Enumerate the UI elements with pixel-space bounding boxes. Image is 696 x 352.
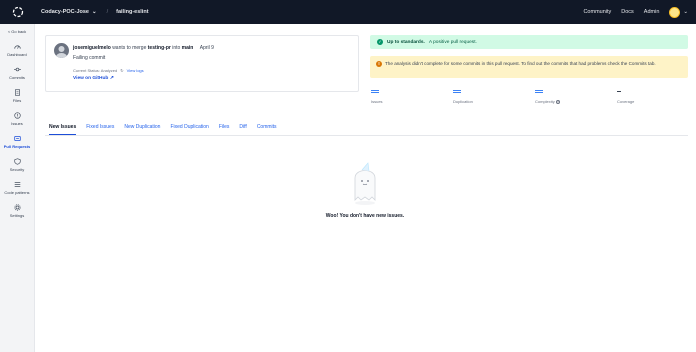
list-icon bbox=[14, 182, 20, 187]
tab-new-issues[interactable]: New Issues bbox=[49, 124, 77, 135]
help-icon[interactable]: ? bbox=[555, 100, 560, 104]
up-to-standards-banner: ✓ Up to standards. A positive pull reque… bbox=[370, 35, 688, 49]
metric-complexity: Complexity ? bbox=[535, 90, 560, 104]
empty-state-illustration bbox=[345, 160, 385, 211]
pr-status-row: Current Status: Analyzed ↻ View logs bbox=[73, 68, 144, 73]
refresh-icon[interactable]: ↻ bbox=[120, 68, 123, 73]
sidebar-item-pull-requests[interactable]: Pull Requests bbox=[0, 135, 34, 149]
analysis-warning-banner: ! The analysis didn't complete for some … bbox=[370, 56, 688, 78]
sidebar-item-label: Dashboard bbox=[7, 52, 27, 57]
dash-icon bbox=[617, 91, 621, 92]
view-on-github-link[interactable]: View on GitHub ↗ bbox=[73, 76, 114, 81]
go-back-link[interactable]: < Go back bbox=[0, 29, 34, 34]
tab-fixed-duplication[interactable]: Fixed Duplication bbox=[170, 124, 208, 130]
chevron-down-icon: ⌄ bbox=[683, 9, 688, 15]
ghost-icon bbox=[354, 162, 376, 205]
repo-name[interactable]: failing-eslint bbox=[116, 9, 148, 15]
docs-link[interactable]: Docs bbox=[621, 9, 634, 15]
check-circle-icon: ✓ bbox=[377, 39, 383, 45]
view-on-github-label: View on GitHub bbox=[73, 76, 109, 81]
file-icon bbox=[14, 89, 20, 96]
pr-tabs: New Issues Fixed Issues New Duplication … bbox=[45, 119, 688, 136]
pr-status-text: Current Status: Analyzed bbox=[73, 68, 118, 73]
shield-icon bbox=[13, 158, 21, 165]
sidebar-item-label: Files bbox=[12, 98, 22, 103]
equals-icon bbox=[371, 90, 379, 93]
org-name: Codacy-POC-Jose bbox=[41, 9, 89, 15]
sidebar-item-label: Issues bbox=[11, 121, 23, 126]
pr-date: April 9 bbox=[199, 45, 214, 51]
codacy-logo-icon[interactable] bbox=[0, 0, 35, 24]
pr-title: Failing commit bbox=[73, 55, 106, 61]
tab-diff[interactable]: Diff bbox=[239, 124, 246, 130]
issues-icon bbox=[13, 112, 21, 119]
org-selector[interactable]: Codacy-POC-Jose ⌄ bbox=[41, 9, 97, 15]
pr-into-text: into bbox=[172, 45, 181, 51]
metric-label: Duplication bbox=[453, 99, 473, 104]
pull-request-card: josemiguelmelo wants to merge testing-pr… bbox=[45, 35, 359, 92]
metric-label: Issues bbox=[371, 99, 383, 104]
breadcrumb-separator: / bbox=[106, 9, 109, 15]
view-logs-link[interactable]: View logs bbox=[127, 68, 144, 73]
tab-new-duplication[interactable]: New Duplication bbox=[124, 124, 160, 130]
sidebar-item-label: Pull Requests bbox=[3, 144, 31, 149]
external-link-icon: ↗ bbox=[109, 76, 114, 81]
top-bar: Codacy-POC-Jose ⌄ / failing-eslint Commu… bbox=[0, 0, 696, 24]
metric-duplication: Duplication bbox=[453, 90, 473, 104]
sidebar: < Go back Dashboard Commits Files Issues… bbox=[0, 24, 35, 352]
dashboard-icon bbox=[13, 45, 21, 49]
avatar bbox=[669, 6, 681, 18]
pr-author[interactable]: josemiguelmelo bbox=[73, 45, 111, 51]
sidebar-item-label: Settings bbox=[9, 213, 25, 218]
empty-state-message: Woo! You don't have new issues. bbox=[325, 213, 405, 219]
gear-icon bbox=[13, 204, 21, 211]
warning-text: The analysis didn't complete for some co… bbox=[385, 61, 656, 66]
sidebar-item-issues[interactable]: Issues bbox=[0, 112, 34, 126]
metric-coverage: Coverage bbox=[617, 90, 634, 104]
pr-source-branch: testing-pr bbox=[147, 45, 171, 51]
user-menu[interactable]: ⌄ bbox=[669, 6, 688, 18]
commit-icon bbox=[13, 67, 21, 72]
pr-target-branch: main bbox=[181, 45, 194, 51]
sidebar-item-label: Security bbox=[9, 167, 25, 172]
tab-fixed-issues[interactable]: Fixed Issues bbox=[86, 124, 114, 130]
pr-headline: josemiguelmelo wants to merge testing-pr… bbox=[73, 45, 214, 51]
pull-request-icon bbox=[13, 136, 21, 141]
tab-commits[interactable]: Commits bbox=[257, 124, 277, 130]
sidebar-item-label: Commits bbox=[9, 75, 25, 80]
metric-label: Complexity bbox=[535, 99, 555, 104]
sidebar-item-code-patterns[interactable]: Code patterns bbox=[0, 181, 34, 195]
pr-wants-text: wants to merge bbox=[112, 45, 147, 51]
equals-icon bbox=[453, 90, 461, 93]
admin-link[interactable]: Admin bbox=[644, 9, 660, 15]
warning-icon: ! bbox=[376, 61, 382, 67]
metric-issues: Issues bbox=[371, 90, 383, 104]
banner-ok-strong: Up to standards. bbox=[387, 39, 425, 45]
sidebar-item-label: Code patterns bbox=[4, 190, 30, 195]
sidebar-item-security[interactable]: Security bbox=[0, 158, 34, 172]
metric-label: Coverage bbox=[617, 99, 635, 104]
sidebar-item-commits[interactable]: Commits bbox=[0, 66, 34, 80]
banner-ok-text: A positive pull request. bbox=[428, 39, 477, 45]
sidebar-item-dashboard[interactable]: Dashboard bbox=[0, 43, 34, 57]
chevron-down-icon: ⌄ bbox=[92, 9, 97, 15]
community-link[interactable]: Community bbox=[583, 9, 611, 15]
equals-icon bbox=[535, 90, 543, 93]
sidebar-item-settings[interactable]: Settings bbox=[0, 204, 34, 218]
tab-files[interactable]: Files bbox=[219, 124, 230, 130]
author-avatar bbox=[54, 43, 69, 58]
sidebar-item-files[interactable]: Files bbox=[0, 89, 34, 103]
